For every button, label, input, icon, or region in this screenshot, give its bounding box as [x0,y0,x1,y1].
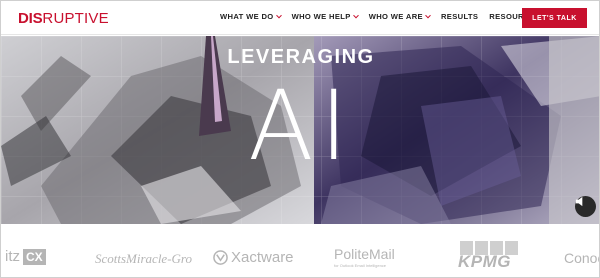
hero-subtitle: LEVERAGING [227,46,375,68]
mute-button[interactable] [575,196,596,217]
chevron-down-icon [352,12,359,18]
nav-item-label: WHO WE HELP [291,12,351,21]
client-logo-text: itz [5,248,20,265]
page-frame: DIS RUPTIVE WHAT WE DO WHO WE HELP WHO WE… [0,0,600,278]
client-logo-text: KPMG [458,252,511,271]
nav-item-who-we-are[interactable]: WHO WE ARE [368,12,431,21]
client-logo-text: Conoc [564,250,599,266]
logo-part-dis: DIS [18,9,43,27]
chevron-down-icon [425,12,431,18]
client-logo-text: Xactware [231,249,294,266]
nav-item-label: RESULTS [440,12,479,21]
client-logo-scotts: ScottsMiracle-Gro [95,251,192,267]
nav-item-label: WHAT WE DO [220,12,274,21]
client-logos-strip: itz CX ScottsMiracle-Gro Xactware Polite… [1,224,599,277]
client-logo-politemail: PoliteMail for Outlook Email Intelligenc… [334,246,395,268]
hero-title: AI [248,70,354,182]
nav-item-who-we-help[interactable]: WHO WE HELP [291,12,359,21]
nav-item-results[interactable]: RESULTS [441,12,478,21]
client-logo-kpmg: KPMG [456,241,522,271]
main-nav: WHAT WE DO WHO WE HELP WHO WE ARE RESULT… [220,12,559,21]
speaker-icon [575,196,583,207]
top-navbar: DIS RUPTIVE WHAT WE DO WHO WE HELP WHO WE… [1,1,599,35]
client-logo-text: ScottsMiracle-Gro [95,251,192,266]
client-logo-text: PoliteMail [334,246,395,262]
client-logo-itzcx: itz CX [5,248,46,265]
disruptive-logo[interactable]: DIS RUPTIVE [18,9,109,27]
client-logo-conoco: Conoc [564,250,599,266]
nav-item-label: WHO WE ARE [368,12,423,21]
client-logo-tagline: for Outlook Email Intelligence [334,263,387,268]
lets-talk-button[interactable]: LET'S TALK [522,8,587,28]
client-logo-xactware: Xactware [213,249,294,266]
xactware-mark-icon [213,250,228,265]
logo-part-ruptive: RUPTIVE [42,9,109,27]
client-logo-box: CX [23,248,46,265]
nav-item-what-we-do[interactable]: WHAT WE DO [220,12,282,21]
chevron-down-icon [275,12,282,18]
hero-video[interactable]: LEVERAGING AI [1,36,599,224]
